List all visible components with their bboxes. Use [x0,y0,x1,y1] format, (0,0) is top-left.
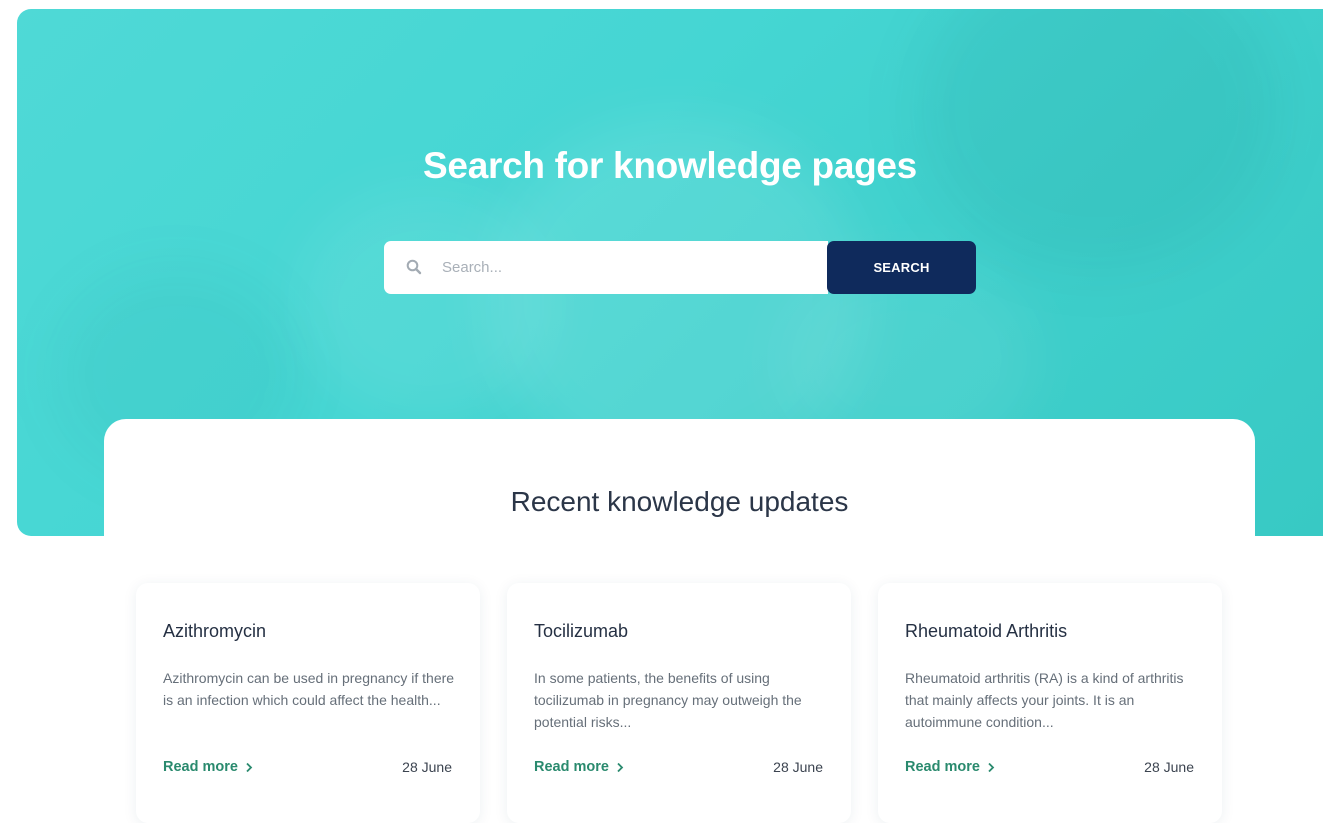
chevron-right-icon [617,762,624,772]
card-title: Azithromycin [163,621,267,641]
hero-image-highlight [297,189,557,419]
search-icon [406,259,422,275]
read-more-label: Read more [163,759,238,775]
read-more-label: Read more [905,759,980,775]
card-date: 28 June [402,759,452,775]
card-description: In some patients, the benefits of using … [534,670,802,730]
card-title: Rheumatoid Arthritis [905,621,1068,641]
knowledge-card[interactable]: Azithromycin Azithromycin can be used in… [136,583,480,823]
read-more-link[interactable]: Read more [534,759,624,775]
page-title: Search for knowledge pages [423,145,917,186]
read-more-label: Read more [534,759,609,775]
card-date: 28 June [773,759,823,775]
knowledge-card[interactable]: Tocilizumab In some patients, the benefi… [507,583,851,823]
chevron-right-icon [988,762,995,772]
read-more-link[interactable]: Read more [163,759,253,775]
card-description: Azithromycin can be used in pregnancy if… [163,670,455,708]
hero-image-shadow [917,9,1277,269]
card-title: Tocilizumab [534,621,629,641]
chevron-right-icon [246,762,253,772]
read-more-link[interactable]: Read more [905,759,995,775]
knowledge-card[interactable]: Rheumatoid Arthritis Rheumatoid arthriti… [878,583,1222,823]
search-box[interactable] [384,241,828,294]
card-description: Rheumatoid arthritis (RA) is a kind of a… [905,670,1184,730]
section-title: Recent knowledge updates [510,486,849,517]
card-date: 28 June [1144,759,1194,775]
search-input[interactable] [442,241,812,294]
search-button[interactable]: SEARCH [827,241,976,294]
